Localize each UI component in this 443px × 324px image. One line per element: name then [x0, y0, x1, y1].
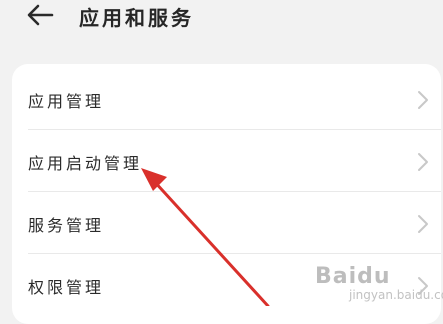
list-item-label: 服务管理 [28, 216, 105, 235]
top-bar: 应用和服务 [0, 0, 443, 46]
list-item-app-launch-management[interactable]: 应用启动管理 [12, 130, 441, 192]
list-item-service-management[interactable]: 服务管理 [12, 192, 441, 254]
list-item-app-management[interactable]: 应用管理 [12, 68, 441, 130]
list-item-label: 权限管理 [28, 278, 105, 297]
back-button[interactable] [22, 0, 58, 30]
chevron-right-icon [418, 153, 428, 171]
list-item-label: 应用管理 [28, 92, 105, 111]
watermark-subtext: jingyan.baidu.com [349, 288, 443, 302]
page-title: 应用和服务 [79, 6, 194, 30]
chevron-right-icon [418, 215, 428, 233]
chevron-right-icon [418, 91, 428, 109]
watermark-logo: Baidu [315, 264, 391, 289]
list-item-label: 应用启动管理 [28, 154, 143, 173]
arrow-left-icon [27, 4, 54, 26]
watermark: Baidu jingyan.baidu.com [315, 262, 443, 306]
